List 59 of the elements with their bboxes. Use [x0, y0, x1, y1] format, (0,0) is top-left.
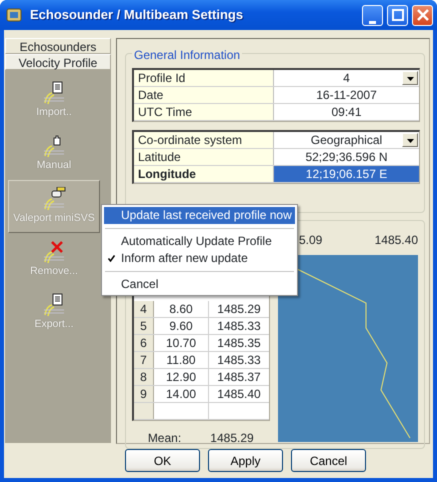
- field-value[interactable]: 16-11-2007: [274, 87, 419, 103]
- field-label: UTC Time: [134, 104, 274, 120]
- row-number: 9: [134, 386, 154, 402]
- dropdown-arrow-icon: [407, 77, 414, 81]
- dropdown-arrow-icon: [407, 139, 414, 143]
- hand-icon: [42, 134, 66, 158]
- mean-value: 1485.29: [209, 430, 255, 447]
- dialog-button[interactable]: OK: [125, 449, 200, 472]
- field-label: Date: [134, 87, 274, 103]
- table-cell-text: 1485.33: [216, 318, 262, 334]
- sidebar-tab[interactable]: Velocity Profile: [5, 54, 111, 70]
- field-value[interactable]: 09:41: [274, 104, 419, 120]
- row-number: 8: [134, 369, 154, 385]
- table-cell-text: 1485.29: [216, 301, 262, 317]
- menu-item[interactable]: Update last received profile now: [104, 207, 295, 224]
- menu-item[interactable]: Inform after new update: [104, 250, 295, 267]
- app-icon: [6, 7, 22, 23]
- mean-label: Mean:: [146, 430, 182, 447]
- table-cell-text: 1485.40: [216, 386, 262, 402]
- menu-item[interactable]: Cancel: [104, 276, 295, 293]
- dropdown-field[interactable]: Geographical: [274, 132, 419, 148]
- minimize-button[interactable]: [362, 4, 383, 26]
- document-icon: [42, 80, 66, 105]
- table-cell: 9.60: [154, 318, 209, 334]
- field-label: Longitude: [134, 166, 274, 182]
- row-number: 5: [134, 318, 154, 334]
- empty-row-number: [134, 403, 154, 419]
- table-cell: 8.60: [154, 301, 209, 317]
- table-cell: 11.80: [154, 352, 209, 368]
- row-number: 4: [134, 301, 154, 317]
- table-cell-text: 1485.33: [216, 352, 262, 368]
- field-label: Co-ordinate system: [134, 132, 274, 148]
- table-cell: 10.70: [154, 335, 209, 351]
- table-cell: 14.00: [154, 386, 209, 402]
- field-label: Profile Id: [134, 70, 274, 86]
- field-value[interactable]: 52;29;36.596 N: [274, 149, 419, 165]
- maximize-icon: [392, 9, 404, 21]
- dialog-button[interactable]: Apply: [208, 449, 283, 472]
- check-icon: [108, 255, 115, 262]
- axis-label: 5.09: [299, 232, 322, 249]
- close-button[interactable]: [412, 4, 433, 26]
- maximize-button[interactable]: [387, 4, 408, 26]
- table-cell-text: 1485.37: [216, 369, 262, 385]
- sidebar-tab[interactable]: Echosounders: [5, 38, 111, 54]
- row-number: 6: [134, 335, 154, 351]
- field-label: Latitude: [134, 149, 274, 165]
- menu-item[interactable]: Automatically Update Profile: [104, 233, 295, 250]
- row-number: 7: [134, 352, 154, 368]
- table-cell-text: 1485.35: [216, 335, 262, 351]
- dropdown-field[interactable]: 4: [274, 70, 419, 86]
- device-icon: [42, 186, 66, 211]
- dialog-button[interactable]: Cancel: [291, 449, 366, 472]
- table-cell: 12.90: [154, 369, 209, 385]
- axis-label: 1485.40: [374, 232, 418, 249]
- window-title: Echosounder / Multibeam Settings: [30, 6, 244, 24]
- field-value[interactable]: 12;19;06.157 E: [274, 166, 419, 182]
- document-icon: [42, 292, 66, 317]
- cross-icon: [42, 240, 66, 264]
- close-icon: [416, 9, 428, 21]
